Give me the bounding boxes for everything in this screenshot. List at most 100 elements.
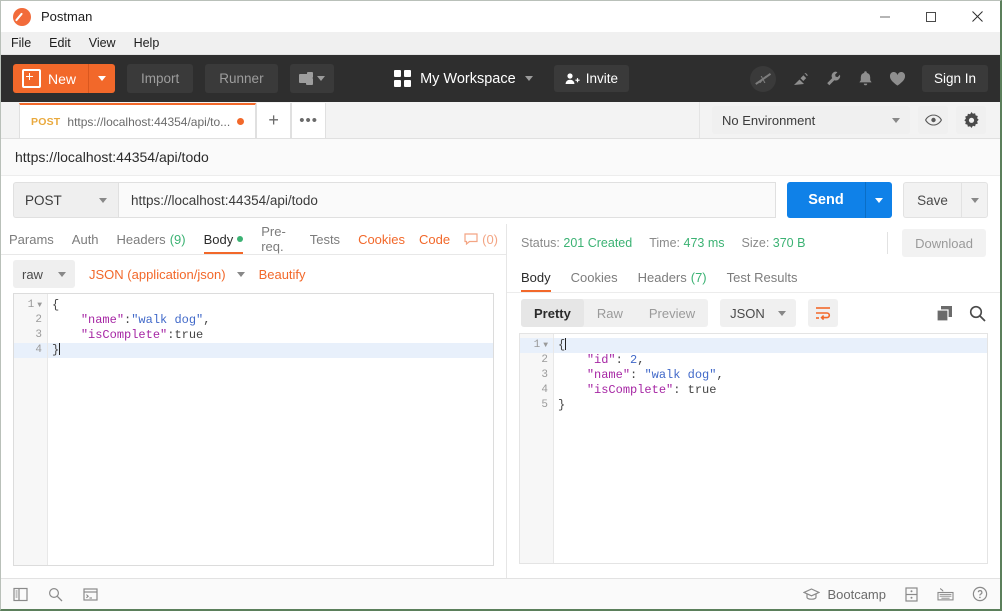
heart-icon[interactable] xyxy=(889,71,906,87)
response-view-mode-group: Pretty Raw Preview xyxy=(521,299,708,327)
response-tab-body[interactable]: Body xyxy=(521,262,551,292)
view-mode-preview[interactable]: Preview xyxy=(636,299,708,327)
open-new-window-button[interactable] xyxy=(290,64,334,93)
sync-off-icon[interactable]: x xyxy=(750,66,776,92)
environment-quick-look-button[interactable] xyxy=(918,106,948,134)
download-button[interactable]: Download xyxy=(902,229,986,257)
copy-button[interactable] xyxy=(936,305,953,322)
view-mode-pretty[interactable]: Pretty xyxy=(521,299,584,327)
body-format-selector[interactable]: JSON (application/json) xyxy=(89,267,245,282)
tab-prerequest[interactable]: Pre-req. xyxy=(261,224,292,254)
code-link[interactable]: Code xyxy=(419,224,450,254)
import-button[interactable]: Import xyxy=(127,64,193,93)
menu-item-help[interactable]: Help xyxy=(134,36,160,50)
tab-options-button[interactable]: ••• xyxy=(291,103,326,138)
open-new-window-icon xyxy=(299,72,313,85)
tab-body[interactable]: Body xyxy=(204,224,244,254)
request-url-input[interactable]: https://localhost:44354/api/todo xyxy=(118,182,776,218)
wrench-icon[interactable] xyxy=(825,70,842,87)
minimize-button[interactable] xyxy=(862,1,908,32)
code-line: "isComplete": true xyxy=(554,383,987,398)
token xyxy=(52,328,81,342)
request-tabs-right: Cookies Code (0) xyxy=(358,224,506,254)
token: true xyxy=(174,328,203,342)
beautify-button[interactable]: Beautify xyxy=(259,267,306,282)
breadcrumb-text: https://localhost:44354/api/todo xyxy=(15,149,209,165)
bootcamp-button[interactable]: Bootcamp xyxy=(803,587,886,602)
menu-item-edit[interactable]: Edit xyxy=(49,36,71,50)
tab-params[interactable]: Params xyxy=(9,224,54,254)
postman-window: Postman File Edit View Help New Import xyxy=(0,0,1002,611)
close-button[interactable] xyxy=(954,1,1000,32)
request-body-editor[interactable]: 1▼ 2 3 4 { "name":"walk dog", "isComplet… xyxy=(13,293,494,566)
response-gutter: 1▼ 2 3 4 5 xyxy=(520,334,554,563)
code-line: } xyxy=(554,398,987,413)
send-button[interactable]: Send xyxy=(787,182,865,218)
fold-icon[interactable]: ▼ xyxy=(543,338,548,353)
response-body-viewer[interactable]: 1▼ 2 3 4 5 { "id": 2, "name": "walk dog"… xyxy=(519,333,988,564)
sign-in-button[interactable]: Sign In xyxy=(922,65,988,92)
help-button[interactable] xyxy=(972,586,988,602)
environment-selector[interactable]: No Environment xyxy=(712,106,910,134)
sidebar-toggle-button[interactable] xyxy=(13,587,28,602)
response-body-code[interactable]: { "id": 2, "name": "walk dog", "isComple… xyxy=(554,334,987,563)
comments-button[interactable]: (0) xyxy=(464,232,498,247)
keyboard-icon xyxy=(937,587,954,601)
maximize-button[interactable] xyxy=(908,1,954,32)
console-button[interactable] xyxy=(83,587,98,602)
word-wrap-button[interactable] xyxy=(808,299,838,327)
new-dropdown-button[interactable] xyxy=(88,64,115,93)
bell-icon[interactable] xyxy=(858,70,873,87)
layout-toggle-button[interactable] xyxy=(904,587,919,602)
keyboard-shortcuts-button[interactable] xyxy=(937,587,954,601)
breadcrumb: https://localhost:44354/api/todo xyxy=(1,139,1000,176)
find-button[interactable] xyxy=(48,587,63,602)
menu-item-view[interactable]: View xyxy=(89,36,116,50)
comments-count: (0) xyxy=(482,232,498,247)
invite-button[interactable]: Invite xyxy=(554,65,629,92)
code-line: { xyxy=(554,338,987,353)
satellite-icon[interactable] xyxy=(792,70,809,87)
workspace-selector[interactable]: My Workspace Invite xyxy=(394,65,629,92)
body-mode-selector[interactable]: raw xyxy=(13,260,75,288)
cookies-link[interactable]: Cookies xyxy=(358,224,405,254)
token: , xyxy=(203,313,210,327)
code-line: "name":"walk dog", xyxy=(48,313,493,328)
workspace-label: My Workspace xyxy=(420,71,516,87)
tab-headers[interactable]: Headers (9) xyxy=(117,224,186,254)
body-present-dot-icon xyxy=(237,236,243,242)
save-button[interactable]: Save xyxy=(903,182,961,218)
new-button[interactable]: New xyxy=(13,64,88,93)
runner-button[interactable]: Runner xyxy=(205,64,277,93)
fold-icon[interactable]: ▼ xyxy=(37,298,42,313)
user-add-icon xyxy=(565,72,580,85)
request-tab[interactable]: POST https://localhost:44354/api/to... xyxy=(19,103,256,138)
token: , xyxy=(716,368,723,382)
word-wrap-icon xyxy=(815,306,831,320)
tab-auth[interactable]: Auth xyxy=(72,224,99,254)
request-gutter: 1▼ 2 3 4 xyxy=(14,294,48,565)
text-cursor xyxy=(59,343,60,355)
code-line: "isComplete":true xyxy=(48,328,493,343)
response-tab-cookies[interactable]: Cookies xyxy=(571,262,618,292)
tab-tests[interactable]: Tests xyxy=(310,224,340,254)
time-field: Time: 473 ms xyxy=(649,236,724,250)
save-options-button[interactable] xyxy=(961,182,988,218)
send-options-button[interactable] xyxy=(865,182,892,218)
add-tab-button[interactable]: + xyxy=(256,103,291,138)
view-mode-raw[interactable]: Raw xyxy=(584,299,636,327)
response-tab-test-results[interactable]: Test Results xyxy=(727,262,798,292)
token: : xyxy=(616,353,630,367)
request-body-code[interactable]: { "name":"walk dog", "isComplete":true } xyxy=(48,294,493,565)
settings-button[interactable] xyxy=(956,106,986,134)
response-format-selector[interactable]: JSON xyxy=(720,299,796,327)
gutter-line: 3 xyxy=(14,328,47,343)
response-tab-headers[interactable]: Headers (7) xyxy=(638,262,707,292)
token: "walk dog" xyxy=(131,313,203,327)
eye-icon xyxy=(925,114,942,126)
search-response-button[interactable] xyxy=(969,305,986,322)
code-line: "id": 2, xyxy=(554,353,987,368)
size-label: Size: xyxy=(742,236,770,250)
menu-item-file[interactable]: File xyxy=(11,36,31,50)
http-method-selector[interactable]: POST xyxy=(13,182,118,218)
